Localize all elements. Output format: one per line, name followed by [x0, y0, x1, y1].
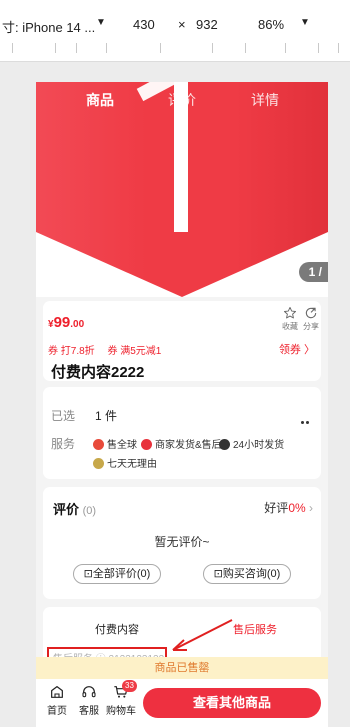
review-card: 评价 (0) 好评0% › 暂无评价~ ⊡全部评价(0) ⊡购买咨询(0): [43, 487, 321, 599]
seven-day-icon: [93, 458, 104, 469]
star-icon: [283, 306, 297, 319]
cart-label: 购物车: [106, 706, 136, 717]
zoom-dropdown-icon[interactable]: ▼: [300, 17, 310, 28]
service-7day: 七天无理由: [93, 455, 157, 470]
service-text: 售全球: [107, 440, 137, 451]
globe-icon: [93, 439, 104, 450]
chevron-right-icon: ›: [309, 501, 313, 515]
price-integer: 99: [53, 314, 71, 331]
all-reviews-button[interactable]: ⊡全部评价(0): [73, 564, 161, 584]
service-merchant: 商家发货&售后: [141, 436, 222, 451]
width-field[interactable]: 430: [133, 17, 155, 32]
clock-24-icon: [219, 439, 230, 450]
height-field[interactable]: 932: [196, 17, 218, 32]
good-rate-value: 0%: [288, 501, 306, 515]
ruler: [0, 40, 350, 56]
service-text: 商家发货&售后: [155, 440, 222, 451]
image-counter: 1 /: [298, 262, 328, 282]
tab-paid-content[interactable]: 付费内容: [95, 621, 139, 637]
selected-value: 1 件: [95, 409, 118, 423]
selected-label: 已选: [51, 409, 76, 423]
service-text: 七天无理由: [107, 459, 157, 470]
home-button[interactable]: 首页: [42, 684, 72, 717]
cart-badge: 33: [122, 680, 137, 692]
consult-label: 购买咨询(0): [222, 568, 281, 580]
good-rate-label: 好评: [264, 501, 289, 515]
coupon-tag: 券 打7.8折: [48, 346, 95, 357]
claim-coupon-link[interactable]: 领券 〉: [279, 341, 315, 357]
tab-after-sales[interactable]: 售后服务: [233, 621, 277, 637]
customer-service-button[interactable]: 客服: [74, 684, 104, 717]
zoom-select[interactable]: 86%: [258, 17, 284, 32]
message-icon: ⊡: [213, 568, 223, 580]
view-other-products-button[interactable]: 查看其他商品: [143, 688, 321, 718]
tab-product[interactable]: 商品: [86, 90, 114, 110]
review-count: (0): [82, 505, 97, 517]
coupon-tags: 券 打7.8折 券 满5元减1: [48, 342, 171, 357]
headset-icon: [82, 686, 96, 698]
service-24h: 24小时发货: [219, 436, 284, 451]
consult-button[interactable]: ⊡购买咨询(0): [203, 564, 291, 584]
sold-out-banner: 商品已售罄: [36, 657, 328, 679]
devtools-toolbar: 寸: iPhone 14 ... ▼ 430 × 932 86% ▼: [0, 0, 350, 62]
price-decimal: .00: [70, 319, 85, 330]
merchant-icon: [141, 439, 152, 450]
price: ¥99.00: [48, 314, 84, 332]
review-title: 评价 (0): [53, 499, 96, 518]
share-button[interactable]: 分享: [299, 306, 323, 332]
coupon-tag: 券 满5元减1: [107, 346, 162, 357]
share-icon: [305, 307, 317, 319]
dimension-x-label: ×: [178, 17, 186, 32]
device-dropdown-icon[interactable]: ▼: [96, 17, 106, 28]
mobile-page: 商品 评价 详情 1 / ¥99.00 收藏 分享 券 打7.8折 券 满5元减…: [36, 82, 328, 727]
home-label: 首页: [47, 706, 67, 717]
tab-reviews[interactable]: 评价: [168, 90, 196, 110]
home-icon: [51, 686, 63, 698]
price-card: ¥99.00 收藏 分享 券 打7.8折 券 满5元减1 领券 〉 付费内容22…: [43, 301, 321, 381]
more-icon[interactable]: [299, 411, 309, 429]
all-reviews-label: 全部评价(0): [92, 568, 151, 580]
product-image-carousel[interactable]: 商品 评价 详情 1 /: [36, 82, 328, 297]
empty-review-text: 暂无评价~: [154, 535, 210, 549]
bottom-bar: 首页 客服 购物车 33 查看其他商品: [36, 679, 328, 727]
device-select[interactable]: 寸: iPhone 14 ...: [2, 17, 95, 36]
product-name: 付费内容2222: [51, 364, 145, 381]
tab-details[interactable]: 详情: [251, 90, 279, 110]
good-rate-link[interactable]: 好评0% ›: [264, 499, 313, 516]
service-label: 服务: [51, 437, 76, 451]
top-tabs: 商品 评价 详情: [36, 90, 328, 110]
review-title-text: 评价: [53, 502, 80, 517]
service-text: 24小时发货: [233, 440, 285, 451]
service-global: 售全球: [93, 436, 137, 451]
service-label: 客服: [79, 706, 99, 717]
devtools-ghost-row: [0, 0, 350, 6]
spec-card[interactable]: 已选 1 件 服务 售全球 商家发货&售后 24小时发货 七天无理由: [43, 387, 321, 479]
share-label: 分享: [303, 322, 319, 331]
chat-icon: ⊡: [83, 568, 93, 580]
